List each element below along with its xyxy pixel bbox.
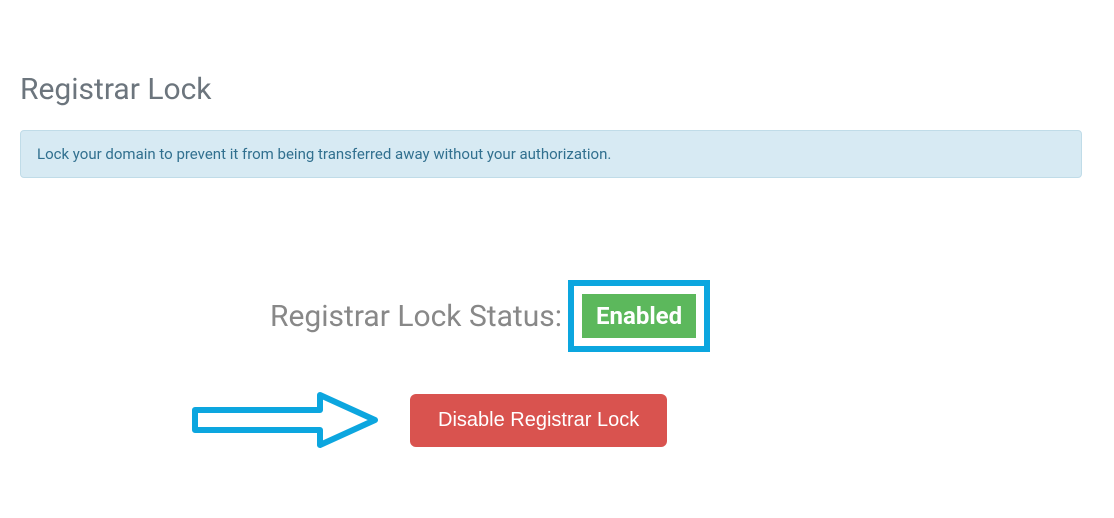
status-label: Registrar Lock Status: [270,299,562,334]
status-badge-enabled: Enabled [582,294,696,338]
info-banner: Lock your domain to prevent it from bein… [20,130,1082,178]
highlight-frame: Enabled [568,280,710,352]
disable-registrar-lock-button[interactable]: Disable Registrar Lock [410,394,667,447]
page-title: Registrar Lock [20,72,212,107]
button-row: Disable Registrar Lock [190,390,667,450]
arrow-right-icon [190,390,380,450]
status-row: Registrar Lock Status: Enabled [270,280,710,352]
